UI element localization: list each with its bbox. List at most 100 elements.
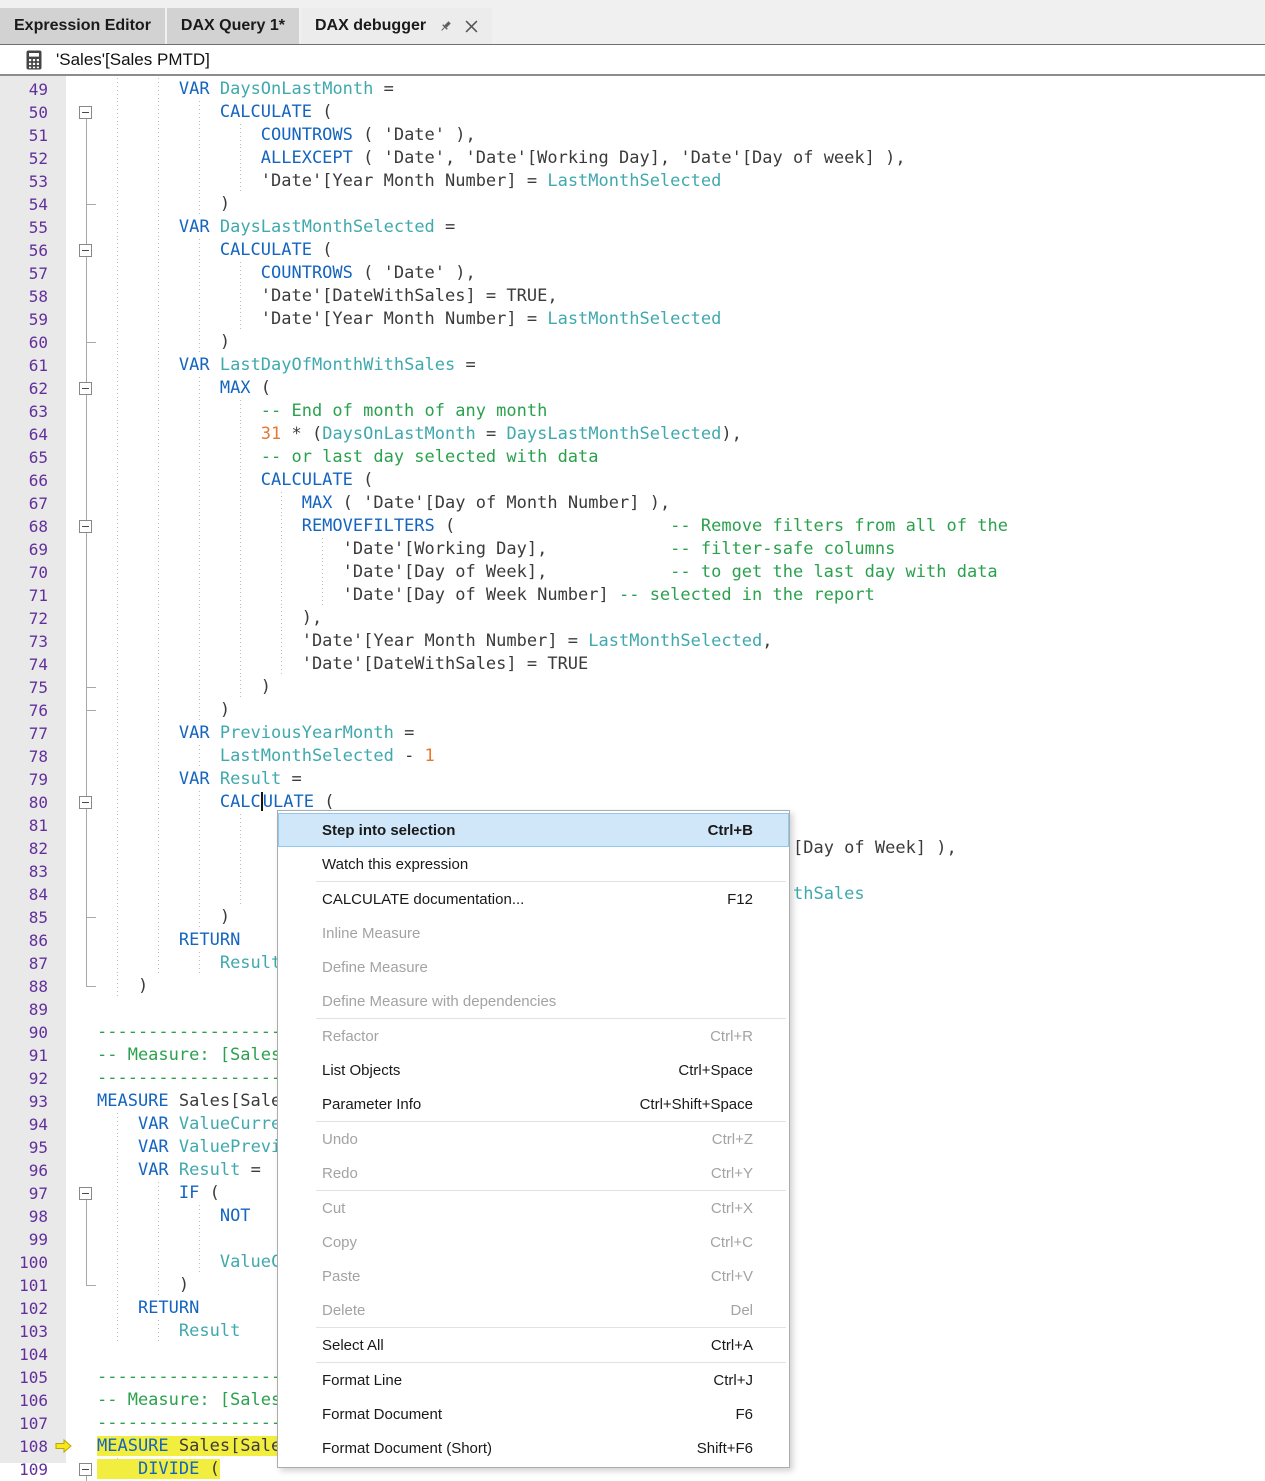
gutter-margin[interactable] [52,561,66,584]
fold-collapse-box[interactable] [79,244,92,257]
gutter-margin[interactable] [52,538,66,561]
gutter-margin[interactable] [52,1320,66,1343]
close-icon[interactable] [465,20,478,33]
code-text[interactable]: VAR PreviousYearMonth = [96,722,1265,745]
gutter-margin[interactable] [52,101,66,124]
menu-item-format-document-short[interactable]: Format Document (Short)Shift+F6 [278,1431,789,1465]
code-text[interactable]: ) [96,193,1265,216]
gutter-margin[interactable] [52,216,66,239]
menu-item-select-all[interactable]: Select AllCtrl+A [278,1328,789,1362]
gutter-margin[interactable] [52,952,66,975]
code-text[interactable]: COUNTROWS ( 'Date' ), [96,262,1265,285]
fold-toggle[interactable] [66,101,96,124]
gutter-margin[interactable] [52,1412,66,1435]
code-text[interactable]: CALCULATE ( [96,469,1265,492]
gutter-margin[interactable] [52,699,66,722]
gutter-margin[interactable] [52,1274,66,1297]
code-text[interactable]: REMOVEFILTERS ( -- Remove filters from a… [96,515,1265,538]
code-text[interactable]: CALCULATE ( [96,239,1265,262]
gutter-margin[interactable] [52,975,66,998]
gutter-margin[interactable] [52,883,66,906]
gutter-margin[interactable] [52,768,66,791]
gutter-margin[interactable] [52,124,66,147]
gutter-margin[interactable] [52,929,66,952]
gutter-margin[interactable] [52,584,66,607]
fold-collapse-box[interactable] [79,796,92,809]
fold-toggle[interactable] [66,1458,96,1481]
code-text[interactable]: VAR DaysLastMonthSelected = [96,216,1265,239]
gutter-margin[interactable] [52,492,66,515]
gutter-margin[interactable] [52,998,66,1021]
gutter-margin[interactable] [52,147,66,170]
menu-item-list-objects[interactable]: List ObjectsCtrl+Space [278,1053,789,1087]
gutter-margin[interactable] [52,814,66,837]
fold-toggle[interactable] [66,515,96,538]
code-text[interactable]: 'Date'[DateWithSales] = TRUE [96,653,1265,676]
tab-dax-query-1[interactable]: DAX Query 1* [167,8,299,44]
gutter-margin[interactable] [52,354,66,377]
fold-toggle[interactable] [66,1182,96,1205]
code-text[interactable]: LastMonthSelected - 1 [96,745,1265,768]
gutter-margin[interactable] [52,860,66,883]
gutter-margin[interactable] [52,423,66,446]
tab-dax-debugger[interactable]: DAX debugger [301,8,492,44]
code-text[interactable]: -- End of month of any month [96,400,1265,423]
menu-item-calculate-documentation[interactable]: CALCULATE documentation...F12 [278,882,789,916]
code-text[interactable]: 'Date'[DateWithSales] = TRUE, [96,285,1265,308]
gutter-margin[interactable] [52,1366,66,1389]
fold-toggle[interactable] [66,239,96,262]
code-text[interactable]: MAX ( [96,377,1265,400]
code-text[interactable]: 'Date'[Year Month Number] = LastMonthSel… [96,308,1265,331]
menu-item-step-into-selection[interactable]: Step into selectionCtrl+B [278,813,789,847]
tab-expression-editor[interactable]: Expression Editor [0,8,165,44]
gutter-margin[interactable] [52,377,66,400]
gutter-margin[interactable] [52,515,66,538]
menu-item-format-line[interactable]: Format LineCtrl+J [278,1363,789,1397]
gutter-margin[interactable] [52,1113,66,1136]
gutter-margin[interactable] [52,170,66,193]
pin-icon[interactable] [438,19,453,34]
code-text[interactable]: 'Date'[Year Month Number] = LastMonthSel… [96,170,1265,193]
gutter-margin[interactable] [52,1044,66,1067]
gutter-margin[interactable] [52,1067,66,1090]
fold-collapse-box[interactable] [79,1463,92,1476]
fold-collapse-box[interactable] [79,382,92,395]
code-text[interactable]: VAR Result = [96,768,1265,791]
gutter-margin[interactable] [52,906,66,929]
gutter-margin[interactable] [52,285,66,308]
code-text[interactable]: ) [96,699,1265,722]
fold-collapse-box[interactable] [79,520,92,533]
gutter-margin[interactable] [52,722,66,745]
code-text[interactable]: VAR LastDayOfMonthWithSales = [96,354,1265,377]
code-text[interactable]: ), [96,607,1265,630]
menu-item-format-document[interactable]: Format DocumentF6 [278,1397,789,1431]
gutter-margin[interactable] [52,1297,66,1320]
gutter-margin[interactable] [52,331,66,354]
menu-item-watch-this-expression[interactable]: Watch this expression [278,847,789,881]
gutter-margin[interactable] [52,400,66,423]
gutter-margin[interactable] [52,791,66,814]
gutter-margin[interactable] [52,837,66,860]
fold-toggle[interactable] [66,377,96,400]
fold-collapse-box[interactable] [79,106,92,119]
gutter-margin[interactable] [52,1159,66,1182]
code-text[interactable]: 'Date'[Day of Week], -- to get the last … [96,561,1265,584]
gutter-margin[interactable] [52,446,66,469]
gutter-margin[interactable] [52,1021,66,1044]
gutter-margin[interactable] [52,1458,66,1481]
gutter-margin[interactable] [52,1182,66,1205]
code-text[interactable]: 'Date'[Working Day], -- filter-safe colu… [96,538,1265,561]
gutter-margin[interactable] [52,1251,66,1274]
gutter-margin[interactable] [52,1205,66,1228]
code-text[interactable]: ) [96,676,1265,699]
fold-collapse-box[interactable] [79,1187,92,1200]
gutter-margin[interactable] [52,469,66,492]
gutter-margin[interactable] [52,308,66,331]
gutter-margin[interactable] [52,745,66,768]
menu-item-parameter-info[interactable]: Parameter InfoCtrl+Shift+Space [278,1087,789,1121]
fold-toggle[interactable] [66,791,96,814]
code-text[interactable]: ) [96,331,1265,354]
gutter-margin[interactable] [52,1090,66,1113]
code-text[interactable]: -- or last day selected with data [96,446,1265,469]
gutter-margin[interactable] [52,1389,66,1412]
